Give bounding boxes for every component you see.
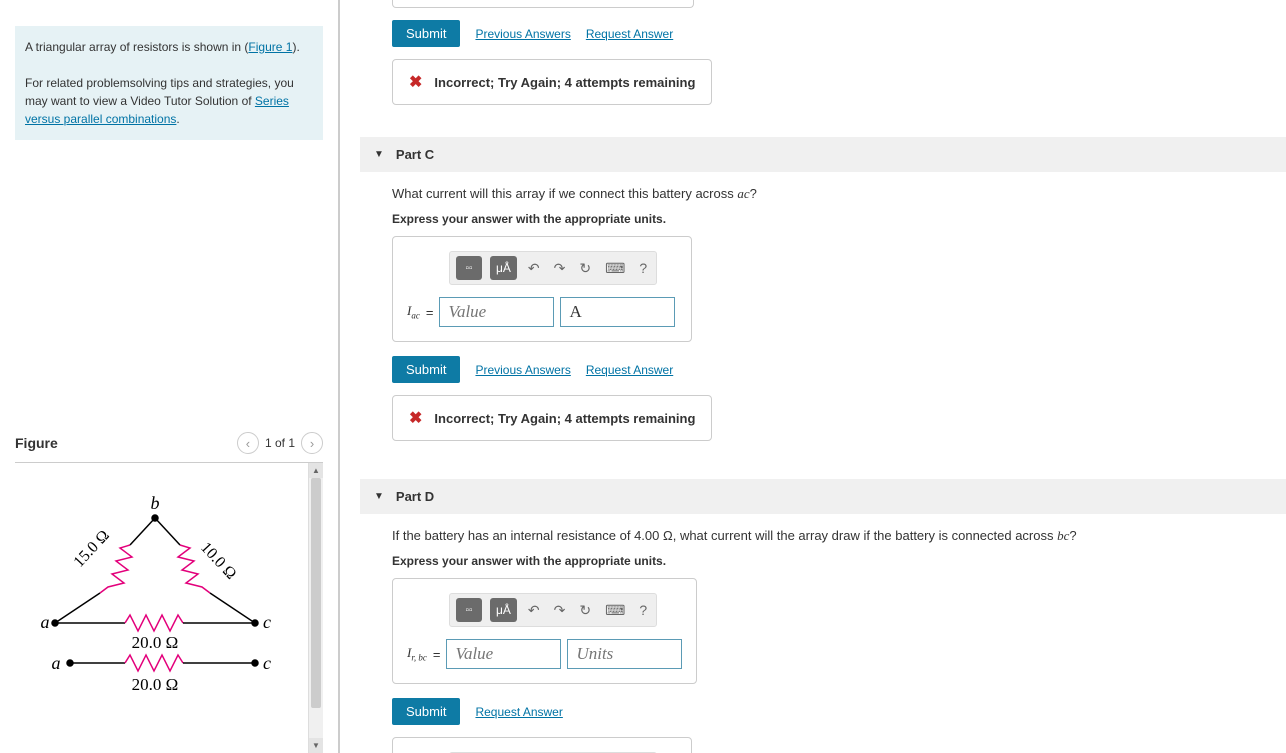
part-d-value-input[interactable]: [446, 639, 561, 669]
request-answer-link[interactable]: Request Answer: [475, 705, 562, 719]
part-d-toolbar: ▫▫ μÅ ↶ ↷ ↻ ⌨ ?: [449, 593, 657, 627]
undo-icon[interactable]: ↶: [525, 260, 543, 277]
part-c-instruction: Express your answer with the appropriate…: [392, 212, 1286, 226]
reset-icon[interactable]: ↻: [576, 260, 594, 277]
intro-text-2: For related problemsolving tips and stra…: [25, 76, 294, 108]
template-button[interactable]: ▫▫: [456, 256, 482, 280]
help-icon[interactable]: ?: [636, 602, 650, 618]
part-d-title: Part D: [396, 489, 434, 504]
feedback-box: ✖ Incorrect; Try Again; 4 attempts remai…: [392, 59, 712, 105]
svg-text:b: b: [151, 493, 160, 513]
part-c-answer-box: ▫▫ μÅ ↶ ↷ ↻ ⌨ ? Iac =: [392, 236, 692, 342]
previous-answers-link[interactable]: Previous Answers: [475, 27, 570, 41]
feedback-text: Incorrect; Try Again; 4 attempts remaini…: [434, 411, 695, 426]
help-icon[interactable]: ?: [636, 260, 650, 276]
part-c-feedback: ✖ Incorrect; Try Again; 4 attempts remai…: [392, 395, 712, 441]
incorrect-icon: ✖: [409, 408, 422, 428]
part-c-question: What current will this array if we conne…: [392, 186, 1286, 202]
special-char-button[interactable]: μÅ: [490, 598, 517, 622]
part-d-instruction: Express your answer with the appropriate…: [392, 554, 1286, 568]
part-c-header[interactable]: ▼ Part C: [360, 137, 1286, 172]
figure-title: Figure: [15, 435, 58, 451]
caret-down-icon: ▼: [374, 491, 384, 502]
special-char-button[interactable]: μÅ: [490, 256, 517, 280]
reset-icon[interactable]: ↻: [576, 602, 594, 619]
part-d-variable: Ir, bc: [407, 645, 427, 663]
request-answer-link[interactable]: Request Answer: [586, 27, 673, 41]
template-button[interactable]: ▫▫: [456, 598, 482, 622]
svg-text:c: c: [263, 653, 271, 673]
figure-link[interactable]: Figure 1: [248, 40, 292, 54]
figure-scrollbar[interactable]: ▲ ▼: [308, 463, 323, 753]
equals-sign: =: [426, 305, 434, 320]
prev-answer-box-fragment: [392, 0, 694, 8]
caret-down-icon: ▼: [374, 149, 384, 160]
request-answer-link[interactable]: Request Answer: [586, 363, 673, 377]
part-d-answer-box: ▫▫ μÅ ↶ ↷ ↻ ⌨ ? Ir, bc =: [392, 578, 697, 684]
svg-text:c: c: [263, 612, 271, 632]
redo-icon[interactable]: ↷: [551, 260, 569, 277]
part-d-question: If the battery has an internal resistanc…: [392, 528, 1286, 544]
intro-text-1: A triangular array of resistors is shown…: [25, 40, 248, 54]
part-d-unit-input[interactable]: [567, 639, 682, 669]
svg-text:20.0 Ω: 20.0 Ω: [132, 633, 179, 652]
part-d-answer-box-2: ▫▫ μÅ ↶ ↷ ↻ ⌨ ? Iac =: [392, 737, 692, 753]
part-c-unit-input[interactable]: [560, 297, 675, 327]
equals-sign: =: [433, 647, 441, 662]
svg-text:15.0 Ω: 15.0 Ω: [70, 527, 112, 571]
svg-text:10.0 Ω: 10.0 Ω: [197, 539, 239, 583]
keyboard-icon[interactable]: ⌨: [602, 602, 628, 619]
svg-text:a: a: [52, 653, 61, 673]
keyboard-icon[interactable]: ⌨: [602, 260, 628, 277]
intro-text-1b: ).: [292, 40, 299, 54]
scroll-thumb[interactable]: [311, 478, 321, 708]
undo-icon[interactable]: ↶: [525, 602, 543, 619]
previous-answers-link[interactable]: Previous Answers: [475, 363, 570, 377]
part-c-toolbar: ▫▫ μÅ ↶ ↷ ↻ ⌨ ?: [449, 251, 657, 285]
figure-image: b a c a c 15.0 Ω 10.0 Ω 20.0 Ω 20.0 Ω: [15, 463, 308, 753]
svg-text:20.0 Ω: 20.0 Ω: [132, 675, 179, 694]
intro-box: A triangular array of resistors is shown…: [15, 26, 323, 140]
figure-counter: 1 of 1: [265, 436, 295, 450]
submit-button[interactable]: Submit: [392, 356, 460, 383]
redo-icon[interactable]: ↷: [551, 602, 569, 619]
submit-button[interactable]: Submit: [392, 20, 460, 47]
submit-button[interactable]: Submit: [392, 698, 460, 725]
part-c-title: Part C: [396, 147, 434, 162]
intro-period: .: [176, 112, 179, 126]
part-c-variable: Iac: [407, 303, 420, 321]
part-c-value-input[interactable]: [439, 297, 554, 327]
figure-prev-button[interactable]: ‹: [237, 432, 259, 454]
figure-next-button[interactable]: ›: [301, 432, 323, 454]
part-d-header[interactable]: ▼ Part D: [360, 479, 1286, 514]
feedback-text: Incorrect; Try Again; 4 attempts remaini…: [434, 75, 695, 90]
scroll-up-button[interactable]: ▲: [309, 463, 323, 478]
scroll-down-button[interactable]: ▼: [309, 738, 323, 753]
svg-text:a: a: [41, 612, 50, 632]
incorrect-icon: ✖: [409, 72, 422, 92]
